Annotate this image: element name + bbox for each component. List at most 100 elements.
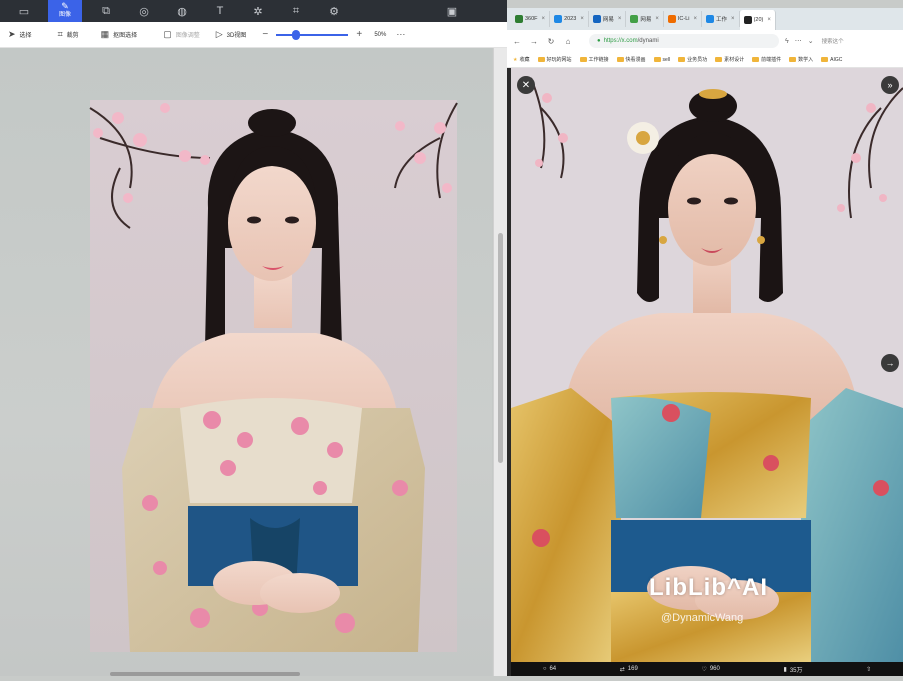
favicon-icon <box>706 15 715 23</box>
close-icon[interactable]: × <box>542 16 546 22</box>
more-button[interactable]: ⋯ <box>396 29 405 40</box>
zoom-out-button[interactable]: − <box>260 29 270 40</box>
home-icon[interactable]: ⌂ <box>561 37 575 46</box>
folder-icon <box>678 57 686 62</box>
bookmark-label: 收藏 <box>519 57 530 63</box>
back-icon[interactable]: ← <box>510 37 524 46</box>
share-icon: ⇧ <box>866 666 872 673</box>
retweet-stat[interactable]: ⇄ 169 <box>620 666 638 673</box>
browser-window: 360F × 2023 × 网易 × 网易 × IC-Li × 工作 × (20… <box>507 8 903 676</box>
bookmark-label: 工作链接 <box>588 57 609 63</box>
bolt-icon[interactable]: ϟ <box>785 38 789 45</box>
bookmark-label: AIGC <box>830 56 843 63</box>
mask-icon[interactable]: ⧉ <box>92 0 120 22</box>
portrait-image <box>89 100 458 652</box>
folder-icon <box>653 57 661 62</box>
close-icon[interactable]: × <box>618 16 622 22</box>
canvas-scrollbar[interactable] <box>493 48 507 676</box>
bookmark-item[interactable]: sell <box>653 56 671 63</box>
reload-icon[interactable]: ↻ <box>544 37 558 46</box>
favicon-icon <box>667 15 676 23</box>
palette-icon[interactable]: ◍ <box>168 0 196 22</box>
bookmark-item[interactable]: 工作链接 <box>579 56 609 63</box>
cutout-tool-label: 抠图选择 <box>113 33 138 39</box>
close-viewer-button[interactable]: ✕ <box>517 76 535 94</box>
bookmark-item[interactable]: 素材设计 <box>715 56 744 63</box>
close-icon[interactable]: × <box>655 16 659 22</box>
view3d-icon: ▷ <box>215 29 223 39</box>
canvas-hscrollbar[interactable] <box>110 672 300 676</box>
x-logo-icon <box>743 16 752 24</box>
view3d-tool[interactable]: ▷ 3D视图 <box>216 29 247 40</box>
tab-1[interactable]: 2023 × <box>550 11 589 27</box>
crop-tool[interactable]: ⌗ 裁剪 <box>58 29 79 40</box>
bookmarks-bar: ★ 收藏 好玩的网站 工作链接 快看漫画 sell 业务员功 素材设计 前端插件 … <box>507 52 903 68</box>
bookmark-item[interactable]: 业务员功 <box>678 56 707 63</box>
portrait-image-ai <box>511 68 903 662</box>
zoom-in-button[interactable]: + <box>354 29 364 40</box>
bookmark-label: sell <box>662 56 671 63</box>
folder-icon <box>715 57 723 62</box>
share-stat[interactable]: ⇧ <box>866 666 871 673</box>
grid-icon[interactable]: ⌗ <box>282 0 310 22</box>
forward-icon[interactable]: → <box>527 37 541 46</box>
adjust-tool[interactable]: ▢ 图像调整 <box>163 29 200 40</box>
folder-icon <box>616 57 624 62</box>
bookmark-item[interactable]: 好玩的网站 <box>537 56 572 63</box>
tab-6-active[interactable]: (20) × <box>739 10 776 30</box>
close-icon[interactable]: × <box>767 17 771 23</box>
tab-2[interactable]: 网易 × <box>589 11 627 27</box>
cutout-icon: ▦ <box>100 29 110 39</box>
reply-stat[interactable]: ○ 64 <box>543 666 556 672</box>
tab-0[interactable]: 360F × <box>511 11 551 27</box>
tab-edit[interactable]: ✎ 图像 <box>48 0 82 22</box>
editor-canvas[interactable] <box>0 48 492 676</box>
bookmark-item[interactable]: AIGC <box>821 57 842 63</box>
tab-label: IC-Li <box>677 16 690 22</box>
search-field[interactable]: 搜索这个 <box>822 37 844 45</box>
close-icon[interactable]: × <box>694 16 698 22</box>
bookmark-item[interactable]: 快看漫画 <box>616 56 646 63</box>
comment-icon: ○ <box>542 666 547 672</box>
bookmark-item[interactable]: 数学入 <box>789 56 813 63</box>
canvas-scrollbar-thumb[interactable] <box>498 233 503 463</box>
zoom-value: 50% <box>374 31 387 38</box>
filter-icon[interactable]: ◎ <box>130 0 158 22</box>
menu-icon[interactable]: ⋯ <box>795 37 802 45</box>
cursor-icon: ➤ <box>8 29 16 39</box>
favicon-icon <box>630 15 639 23</box>
select-tool[interactable]: ➤ 选择 <box>8 29 32 40</box>
retweet-count: 169 <box>627 666 638 672</box>
adjust-tool-label: 图像调整 <box>175 33 200 39</box>
chevron-down-icon[interactable]: ⌄ <box>808 37 814 45</box>
tab-5[interactable]: 工作 × <box>702 11 740 27</box>
editor-toolbar: ➤ 选择 ⌗ 裁剪 ▦ 抠图选择 ▢ 图像调整 ▷ 3D视图 − + 50% ⋯ <box>0 22 507 48</box>
next-image-button[interactable]: → <box>881 354 899 372</box>
gear-icon[interactable]: ⚙ <box>320 0 348 22</box>
close-icon[interactable]: × <box>731 16 735 22</box>
bookmark-item[interactable]: 前端插件 <box>752 56 781 63</box>
sticker-icon[interactable]: ✲ <box>244 0 272 22</box>
tab-3[interactable]: 网易 × <box>626 11 664 27</box>
like-count: 960 <box>709 666 720 672</box>
tab-4[interactable]: IC-Li × <box>664 11 703 27</box>
views-stat[interactable]: ▮ 35万 <box>784 665 803 674</box>
text-icon[interactable]: T <box>206 0 234 22</box>
image-viewer[interactable]: ✕ » → LibLib^AI @DynamicWang <box>511 68 903 662</box>
select-tool-label: 选择 <box>19 33 32 39</box>
url-field[interactable]: ● https://x.com /dynami <box>589 34 779 48</box>
close-icon[interactable]: × <box>580 16 584 22</box>
like-stat[interactable]: ♡ 960 <box>701 666 719 673</box>
folder-icon <box>537 57 545 62</box>
expand-button[interactable]: » <box>881 76 899 94</box>
views-count: 35万 <box>789 667 803 674</box>
bookmark-item[interactable]: ★ 收藏 <box>513 56 530 64</box>
views-icon: ▮ <box>783 666 787 673</box>
file-icon[interactable]: ▭ <box>10 0 38 22</box>
zoom-slider[interactable] <box>276 29 349 40</box>
bookmark-label: 快看漫画 <box>625 57 646 63</box>
cutout-tool[interactable]: ▦ 抠图选择 <box>101 29 138 40</box>
tab-label: (20) <box>753 17 764 23</box>
zoom-slider-thumb[interactable] <box>292 29 301 40</box>
window-icon[interactable]: ▣ <box>438 0 466 22</box>
